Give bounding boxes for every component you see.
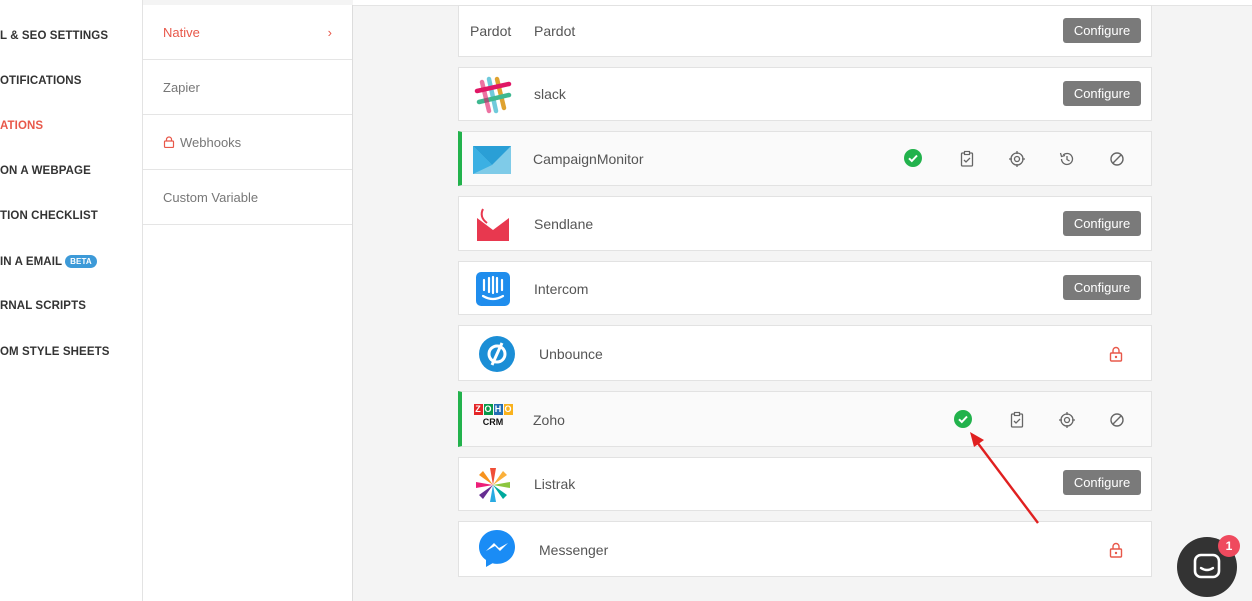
chevron-right-icon: › [327,25,332,40]
integration-type-nav: Native › Zapier Webhooks Custom Variable [143,5,353,601]
integration-row-sendlane: Sendlane Configure [458,196,1152,251]
slack-logo [474,76,512,114]
target-icon[interactable] [1008,150,1026,168]
settings-sidebar: L & SEO SETTINGS OTIFICATIONS ATIONS ON … [0,0,143,601]
integration-row-messenger: Messenger [458,521,1152,577]
target-icon[interactable] [1058,411,1076,429]
integration-name: Listrak [534,476,576,492]
sidebar-item-seo-settings[interactable]: L & SEO SETTINGS [0,30,108,42]
disable-icon[interactable] [1108,411,1126,429]
sendlane-logo [476,208,510,241]
crm-label: CRM [482,417,504,427]
zoho-letter-o: O [483,404,493,415]
sidebar-item-notifications[interactable]: OTIFICATIONS [0,75,81,87]
pardot-logo-text: Pardot [470,23,512,39]
integration-name: Intercom [534,281,589,297]
history-icon[interactable] [1058,150,1076,168]
zoho-letter-o-2: O [503,404,513,415]
subnav-item-webhooks[interactable]: Webhooks [143,115,352,170]
sidebar-item-checklist[interactable]: TION CHECKLIST [0,210,98,222]
beta-badge: BETA [65,255,97,268]
sidebar-item-on-a-webpage[interactable]: ON A WEBPAGE [0,165,91,177]
subnav-item-label: Native [163,24,200,40]
sidebar-item-in-a-email[interactable]: IN A EMAIL BETA [0,255,97,268]
sidebar-item-custom-style-sheets[interactable]: OM STYLE SHEETS [0,346,110,358]
subnav-item-custom-variable[interactable]: Custom Variable [143,170,352,225]
subnav-item-native[interactable]: Native › [143,5,352,60]
annotation-arrow [970,432,1039,524]
sidebar-item-integrations[interactable]: ATIONS [0,120,43,132]
configure-button[interactable]: Configure [1063,275,1141,300]
notification-count-badge: 1 [1218,535,1240,557]
integration-name: Sendlane [534,216,594,232]
messenger-logo [479,530,515,567]
subnav-item-label: Zapier [163,79,200,95]
integration-name: slack [534,86,566,102]
zoho-letter-h: H [493,404,503,415]
configure-button[interactable]: Configure [1063,211,1141,236]
integration-row-slack: slack Configure [458,67,1152,121]
configure-button[interactable]: Configure [1063,18,1141,43]
unbounce-logo [479,336,515,372]
configure-button[interactable]: Configure [1063,470,1141,495]
disable-icon[interactable] [1108,150,1126,168]
integration-row-pardot: Pardot Pardot Configure [458,5,1152,57]
chat-icon [1193,553,1221,579]
subnav-item-label: Webhooks [180,134,242,150]
check-circle-icon[interactable] [904,149,922,167]
lock-icon[interactable] [1109,346,1123,362]
listrak-logo [476,468,510,502]
zoho-letter-z: Z [473,404,483,415]
lock-icon [163,136,175,148]
intercom-logo [476,272,510,306]
subnav-item-label: Custom Variable [163,189,259,205]
zoho-crm-logo: Z O H O CRM [472,400,514,440]
clipboard-check-icon[interactable] [1008,411,1026,429]
integration-name: Messenger [539,542,609,558]
sidebar-item-label: IN A EMAIL [0,256,63,268]
integration-name: CampaignMonitor [533,151,644,167]
integration-row-unbounce: Unbounce [458,325,1152,381]
integration-name: Unbounce [539,346,603,362]
clipboard-check-icon[interactable] [958,150,976,168]
integration-name: Pardot [534,23,576,39]
integration-name: Zoho [533,412,565,428]
integration-row-intercom: Intercom Configure [458,261,1152,315]
check-circle-icon[interactable] [954,410,972,428]
configure-button[interactable]: Configure [1063,81,1141,106]
integration-row-campaignmonitor: CampaignMonitor [458,131,1152,186]
sidebar-item-external-scripts[interactable]: RNAL SCRIPTS [0,300,86,312]
campaignmonitor-logo [473,146,511,174]
subnav-item-zapier[interactable]: Zapier [143,60,352,115]
lock-icon[interactable] [1109,542,1123,558]
